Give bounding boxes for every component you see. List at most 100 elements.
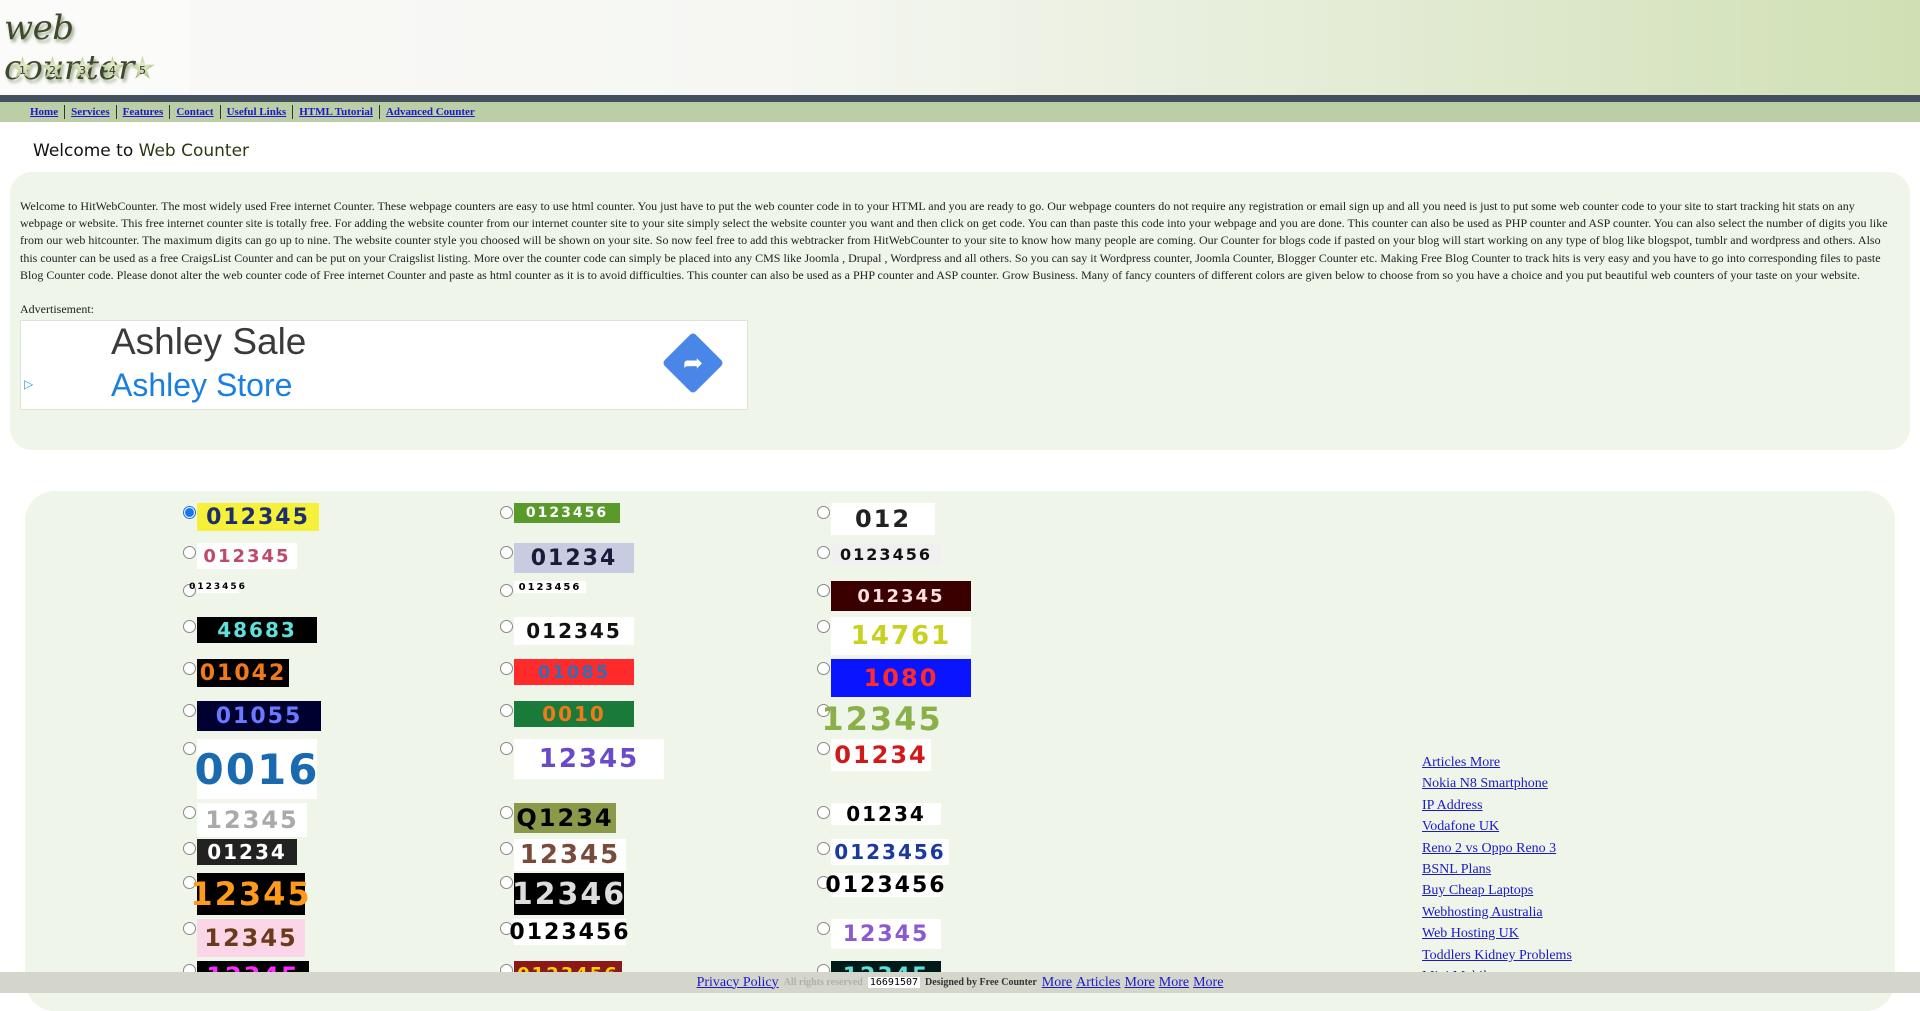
nav-home[interactable]: Home xyxy=(30,106,58,118)
nav-features[interactable]: Features xyxy=(123,106,164,118)
counter-style-preview[interactable]: 012345 xyxy=(197,503,319,531)
counter-radio[interactable] xyxy=(183,806,196,819)
counter-style-preview[interactable]: 0123456 xyxy=(825,873,944,898)
side-link[interactable]: Nokia N8 Smartphone xyxy=(1422,773,1572,794)
counter-style-preview[interactable]: 12345 xyxy=(821,700,940,738)
counter-style-preview[interactable]: 0123456 xyxy=(831,839,949,865)
counter-radio[interactable] xyxy=(500,620,513,633)
side-link[interactable]: Toddlers Kidney Problems xyxy=(1422,945,1572,966)
counter-style-preview[interactable]: 0123456 xyxy=(831,543,941,565)
privacy-policy-link[interactable]: Privacy Policy xyxy=(697,975,779,991)
counter-option[interactable]: 14761 xyxy=(817,617,971,655)
counter-radio[interactable] xyxy=(817,922,830,935)
counter-option[interactable]: 12345 xyxy=(817,919,941,949)
counter-option[interactable]: 12345 xyxy=(500,739,664,779)
counter-style-preview[interactable]: 12345 xyxy=(190,873,310,915)
counter-style-preview[interactable]: 0123456 xyxy=(514,503,620,523)
counter-radio[interactable] xyxy=(817,584,830,597)
counter-option[interactable]: 01042 xyxy=(183,659,289,687)
counter-option[interactable]: 12345 xyxy=(183,919,305,957)
footer-link-more[interactable]: More xyxy=(1042,975,1072,991)
counter-option[interactable]: 012345 xyxy=(817,581,971,611)
footer-link-more[interactable]: More xyxy=(1124,975,1154,991)
counter-radio[interactable] xyxy=(183,506,196,519)
counter-option[interactable]: 012 xyxy=(817,503,935,535)
nav-html-tutorial[interactable]: HTML Tutorial xyxy=(299,106,373,118)
ad-title[interactable]: Ashley Sale xyxy=(111,321,306,363)
counter-radio[interactable] xyxy=(817,546,830,559)
counter-radio[interactable] xyxy=(817,620,830,633)
side-link[interactable]: Articles More xyxy=(1422,752,1572,773)
counter-radio[interactable] xyxy=(817,842,830,855)
counter-option[interactable]: 01085 xyxy=(500,659,634,685)
counter-radio[interactable] xyxy=(500,546,513,559)
counter-option[interactable]: 12345 xyxy=(817,700,941,738)
footer-link-articles[interactable]: Articles xyxy=(1076,975,1120,991)
counter-style-preview[interactable]: 1080 xyxy=(831,659,971,697)
counter-style-preview[interactable]: 0123456 xyxy=(189,581,245,593)
counter-style-preview[interactable]: 01234 xyxy=(514,543,634,573)
counter-option[interactable]: 01234 xyxy=(817,802,941,826)
counter-style-preview[interactable]: 12345 xyxy=(197,919,305,957)
ad-link[interactable]: Ashley Store xyxy=(111,367,292,404)
nav-services[interactable]: Services xyxy=(71,106,109,118)
counter-style-preview[interactable]: 48683 xyxy=(197,617,317,643)
counter-style-preview[interactable]: 12345 xyxy=(197,803,307,837)
counter-option[interactable]: 12345 xyxy=(183,873,310,915)
side-link[interactable]: BSNL Plans xyxy=(1422,859,1572,880)
counter-style-preview[interactable]: 01234 xyxy=(831,802,941,826)
counter-radio[interactable] xyxy=(817,506,830,519)
counter-radio[interactable] xyxy=(183,662,196,675)
counter-style-preview[interactable]: 01042 xyxy=(197,659,289,687)
nav-contact[interactable]: Contact xyxy=(176,106,213,118)
counter-radio[interactable] xyxy=(500,584,513,597)
side-link[interactable]: IP Address xyxy=(1422,795,1572,816)
counter-style-preview[interactable]: 14761 xyxy=(831,617,971,655)
nav-useful-links[interactable]: Useful Links xyxy=(227,106,287,118)
counter-radio[interactable] xyxy=(183,546,196,559)
counter-option[interactable]: 0123456 xyxy=(183,581,245,597)
counter-style-preview[interactable]: 012345 xyxy=(197,543,297,569)
counter-style-preview[interactable]: 012 xyxy=(831,503,935,535)
counter-style-preview[interactable]: 0016 xyxy=(195,739,317,799)
counter-option[interactable]: 12345 xyxy=(183,803,307,837)
counter-radio[interactable] xyxy=(817,742,830,755)
counter-style-preview[interactable]: 0123456 xyxy=(509,919,629,945)
counter-option[interactable]: 01055 xyxy=(183,701,321,731)
side-link[interactable]: Webhosting Australia xyxy=(1422,902,1572,923)
counter-radio[interactable] xyxy=(500,704,513,717)
ad-choices-icon[interactable]: ▷ xyxy=(24,377,33,392)
counter-radio[interactable] xyxy=(183,842,196,855)
counter-option[interactable]: 0123456 xyxy=(500,503,620,523)
footer-link-more[interactable]: More xyxy=(1193,975,1223,991)
counter-option[interactable]: 0010 xyxy=(500,701,634,727)
counter-option[interactable]: 12345 xyxy=(500,839,626,871)
counter-radio[interactable] xyxy=(500,506,513,519)
counter-style-preview[interactable]: 01085 xyxy=(514,659,634,685)
counter-style-preview[interactable]: 012345 xyxy=(831,581,971,611)
counter-option[interactable]: 0016 xyxy=(183,739,317,799)
counter-radio[interactable] xyxy=(500,842,513,855)
counter-option[interactable]: Q1234 xyxy=(500,803,616,833)
counter-option[interactable]: 12346 xyxy=(500,873,624,915)
counter-radio[interactable] xyxy=(817,806,830,819)
counter-radio[interactable] xyxy=(817,662,830,675)
counter-option[interactable]: 48683 xyxy=(183,617,317,643)
counter-option[interactable]: 0123456 xyxy=(817,839,949,865)
side-link[interactable]: Vodafone UK xyxy=(1422,816,1572,837)
counter-style-preview[interactable]: 01234 xyxy=(197,839,297,865)
counter-radio[interactable] xyxy=(500,742,513,755)
footer-link-more[interactable]: More xyxy=(1159,975,1189,991)
counter-option[interactable]: 0123456 xyxy=(817,543,941,565)
counter-radio[interactable] xyxy=(183,704,196,717)
counter-option[interactable]: 01234 xyxy=(183,839,297,865)
counter-style-preview[interactable]: 0123456 xyxy=(514,581,586,593)
counter-style-preview[interactable]: 01234 xyxy=(831,739,931,771)
counter-style-preview[interactable]: 12346 xyxy=(512,873,624,915)
logo[interactable]: web counter 1 2 3 4 5 xyxy=(0,0,190,92)
counter-style-preview[interactable]: 12345 xyxy=(514,839,626,871)
counter-option[interactable]: 0123456 xyxy=(500,581,586,597)
advertisement-banner[interactable]: Ashley Sale Ashley Store ▷ ➦ xyxy=(20,320,748,410)
counter-style-preview[interactable]: 01055 xyxy=(197,701,321,731)
counter-style-preview[interactable]: 012345 xyxy=(514,617,634,645)
